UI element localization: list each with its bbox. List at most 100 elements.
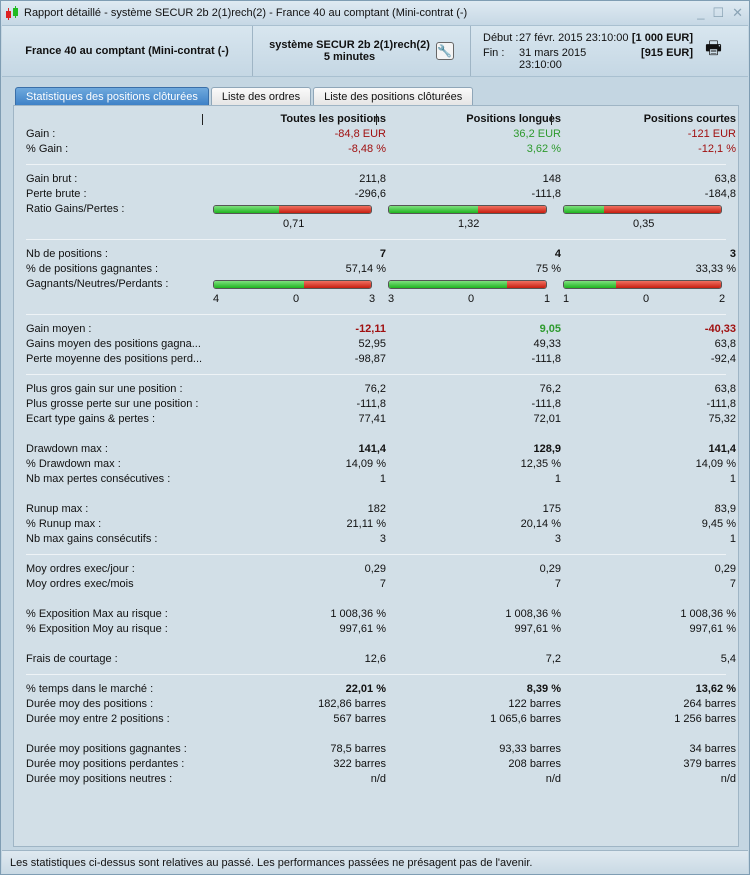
stat-value: 4 bbox=[554, 248, 561, 260]
stat-value: 78,5 barres bbox=[330, 743, 386, 755]
stat-value: 1 bbox=[729, 473, 736, 485]
stat-value: 7 bbox=[379, 578, 386, 590]
stat-value: 182,86 barres bbox=[318, 698, 386, 710]
stat-label: Durée moy positions gagnantes : bbox=[26, 743, 187, 755]
tab-statistics[interactable]: Statistiques des positions clôturées bbox=[15, 87, 209, 106]
stat-value: 33,33 % bbox=[695, 263, 736, 275]
stat-row: Durée moy positions neutres : n/d n/d n/d bbox=[14, 772, 738, 787]
stat-value: -111,8 bbox=[531, 353, 561, 365]
stat-value: 141,4 bbox=[358, 443, 386, 455]
stat-value: 34 barres bbox=[689, 743, 736, 755]
column-header-short: Positions courtes bbox=[643, 113, 736, 125]
column-headers: Toutes les positions Positions longues P… bbox=[14, 112, 738, 127]
stat-label: Perte moyenne des positions perd... bbox=[26, 353, 203, 365]
stat-row: Gagnants/Neutres/Perdants : bbox=[14, 277, 738, 292]
maximize-button[interactable]: ☐ bbox=[712, 5, 724, 21]
section-divider bbox=[26, 374, 726, 375]
system-name: système SECUR 2b 2(1)rech(2) bbox=[269, 39, 430, 51]
stat-row: Ratio Gains/Pertes : bbox=[14, 202, 738, 217]
stat-row: Runup max : 182 175 83,9 bbox=[14, 502, 738, 517]
stat-value: 20,14 % bbox=[520, 518, 561, 530]
minimize-button[interactable]: _ bbox=[697, 5, 704, 21]
column-header-all: Toutes les positions bbox=[280, 113, 386, 125]
stat-value: 63,8 bbox=[714, 338, 736, 350]
stat-label: Durée moy des positions : bbox=[26, 698, 154, 710]
stat-row: Moy ordres exec/mois 7 7 7 bbox=[14, 577, 738, 592]
stat-value: -121 EUR bbox=[687, 128, 736, 140]
close-button[interactable]: ✕ bbox=[732, 5, 743, 21]
stat-value: 182 bbox=[367, 503, 386, 515]
bar-value: 0,35 bbox=[633, 218, 655, 230]
stat-value: 322 barres bbox=[333, 758, 386, 770]
stat-row: Plus gros gain sur une position : 76,2 76,… bbox=[14, 382, 738, 397]
section-divider bbox=[26, 674, 726, 675]
stat-value: 208 barres bbox=[508, 758, 561, 770]
ratio-bar bbox=[388, 205, 547, 214]
stat-label: % de positions gagnantes : bbox=[26, 263, 159, 275]
stat-value: 148 bbox=[542, 173, 561, 185]
wrench-icon[interactable]: 🔧 bbox=[435, 42, 454, 60]
section-divider bbox=[26, 554, 726, 555]
stat-row: Perte moyenne des positions perd... -98,8… bbox=[14, 352, 738, 367]
status-bar: Les statistiques ci-dessus sont relative… bbox=[2, 850, 748, 874]
stat-value: 12,35 % bbox=[520, 458, 561, 470]
stat-value: -40,33 bbox=[704, 323, 736, 335]
stat-label: % Exposition Max au risque : bbox=[26, 608, 168, 620]
stat-label: Perte brute : bbox=[26, 188, 87, 200]
end-date: 31 mars 2015 23:10:00 bbox=[519, 46, 587, 71]
stat-value: 1 bbox=[729, 533, 736, 545]
bar-green-segment bbox=[564, 281, 617, 288]
stat-value: 3 bbox=[379, 533, 386, 545]
stat-row: Gains moyen des positions gagna... 52,95 4… bbox=[14, 337, 738, 352]
bar-count: 0 bbox=[643, 293, 650, 305]
bar-value: 1,32 bbox=[458, 218, 480, 230]
section-divider bbox=[26, 164, 726, 165]
bar-red-segment bbox=[616, 281, 721, 288]
instrument-name: France 40 au comptant (Mini-contrat (-) bbox=[25, 45, 229, 57]
stat-value: 57,14 % bbox=[345, 263, 386, 275]
start-date: 27 févr. 2015 23:10:00 bbox=[519, 31, 629, 44]
stat-label: Gain moyen : bbox=[26, 323, 92, 335]
tab-closed-positions[interactable]: Liste des positions clôturées bbox=[313, 87, 474, 106]
stat-row: Durée moy des positions : 182,86 barres 12… bbox=[14, 697, 738, 712]
stat-value: 83,9 bbox=[714, 503, 736, 515]
bar-green-segment bbox=[389, 281, 507, 288]
stat-value: 1 065,6 barres bbox=[490, 713, 561, 725]
bar-red-segment bbox=[279, 206, 371, 213]
start-capital: [1 000 EUR] bbox=[631, 31, 693, 44]
stat-value: n/d bbox=[545, 773, 561, 785]
statistics-panel: Toutes les positions Positions longues P… bbox=[13, 105, 739, 847]
stat-value: 14,09 % bbox=[345, 458, 386, 470]
stat-value: 9,05 bbox=[539, 323, 561, 335]
bar-green-segment bbox=[389, 206, 479, 213]
tab-orders[interactable]: Liste des ordres bbox=[210, 87, 312, 106]
bar-count: 3 bbox=[388, 293, 395, 305]
stat-value: 12,6 bbox=[364, 653, 386, 665]
bar-red-segment bbox=[506, 281, 546, 288]
end-label: Fin : bbox=[483, 46, 505, 59]
end-capital: [915 EUR] bbox=[641, 46, 693, 59]
stat-label: Gagnants/Neutres/Perdants : bbox=[26, 278, 169, 290]
bar-red-segment bbox=[604, 206, 721, 213]
report-window: Rapport détaillé - système SECUR 2b 2(1)… bbox=[0, 0, 750, 875]
stat-value: 7 bbox=[554, 578, 561, 590]
title-bar: Rapport détaillé - système SECUR 2b 2(1)… bbox=[1, 1, 749, 25]
bar-green-segment bbox=[214, 206, 280, 213]
stat-label: % Runup max : bbox=[26, 518, 102, 530]
stat-value: 93,33 barres bbox=[499, 743, 561, 755]
stat-label: Gain brut : bbox=[26, 173, 78, 185]
stat-row: Nb max gains consécutifs : 3 3 1 bbox=[14, 532, 738, 547]
stat-value: 49,33 bbox=[533, 338, 561, 350]
stat-row: % Drawdown max : 14,09 % 12,35 % 14,09 % bbox=[14, 457, 738, 472]
stat-value: n/d bbox=[720, 773, 736, 785]
stat-row: Durée moy entre 2 positions : 567 barres 1… bbox=[14, 712, 738, 727]
stat-value: 8,39 % bbox=[526, 683, 561, 695]
printer-icon[interactable]: 🖶 bbox=[705, 36, 722, 66]
stat-value: 1 008,36 % bbox=[680, 608, 736, 620]
stat-row: Plus grosse perte sur une position : -111… bbox=[14, 397, 738, 412]
ratio-bar bbox=[388, 280, 547, 289]
stat-value: -84,8 EUR bbox=[334, 128, 386, 140]
stat-row: % Exposition Max au risque : 1 008,36 % 1 … bbox=[14, 607, 738, 622]
stat-value: 379 barres bbox=[683, 758, 736, 770]
stat-row: % de positions gagnantes : 57,14 % 75 % 33,… bbox=[14, 262, 738, 277]
